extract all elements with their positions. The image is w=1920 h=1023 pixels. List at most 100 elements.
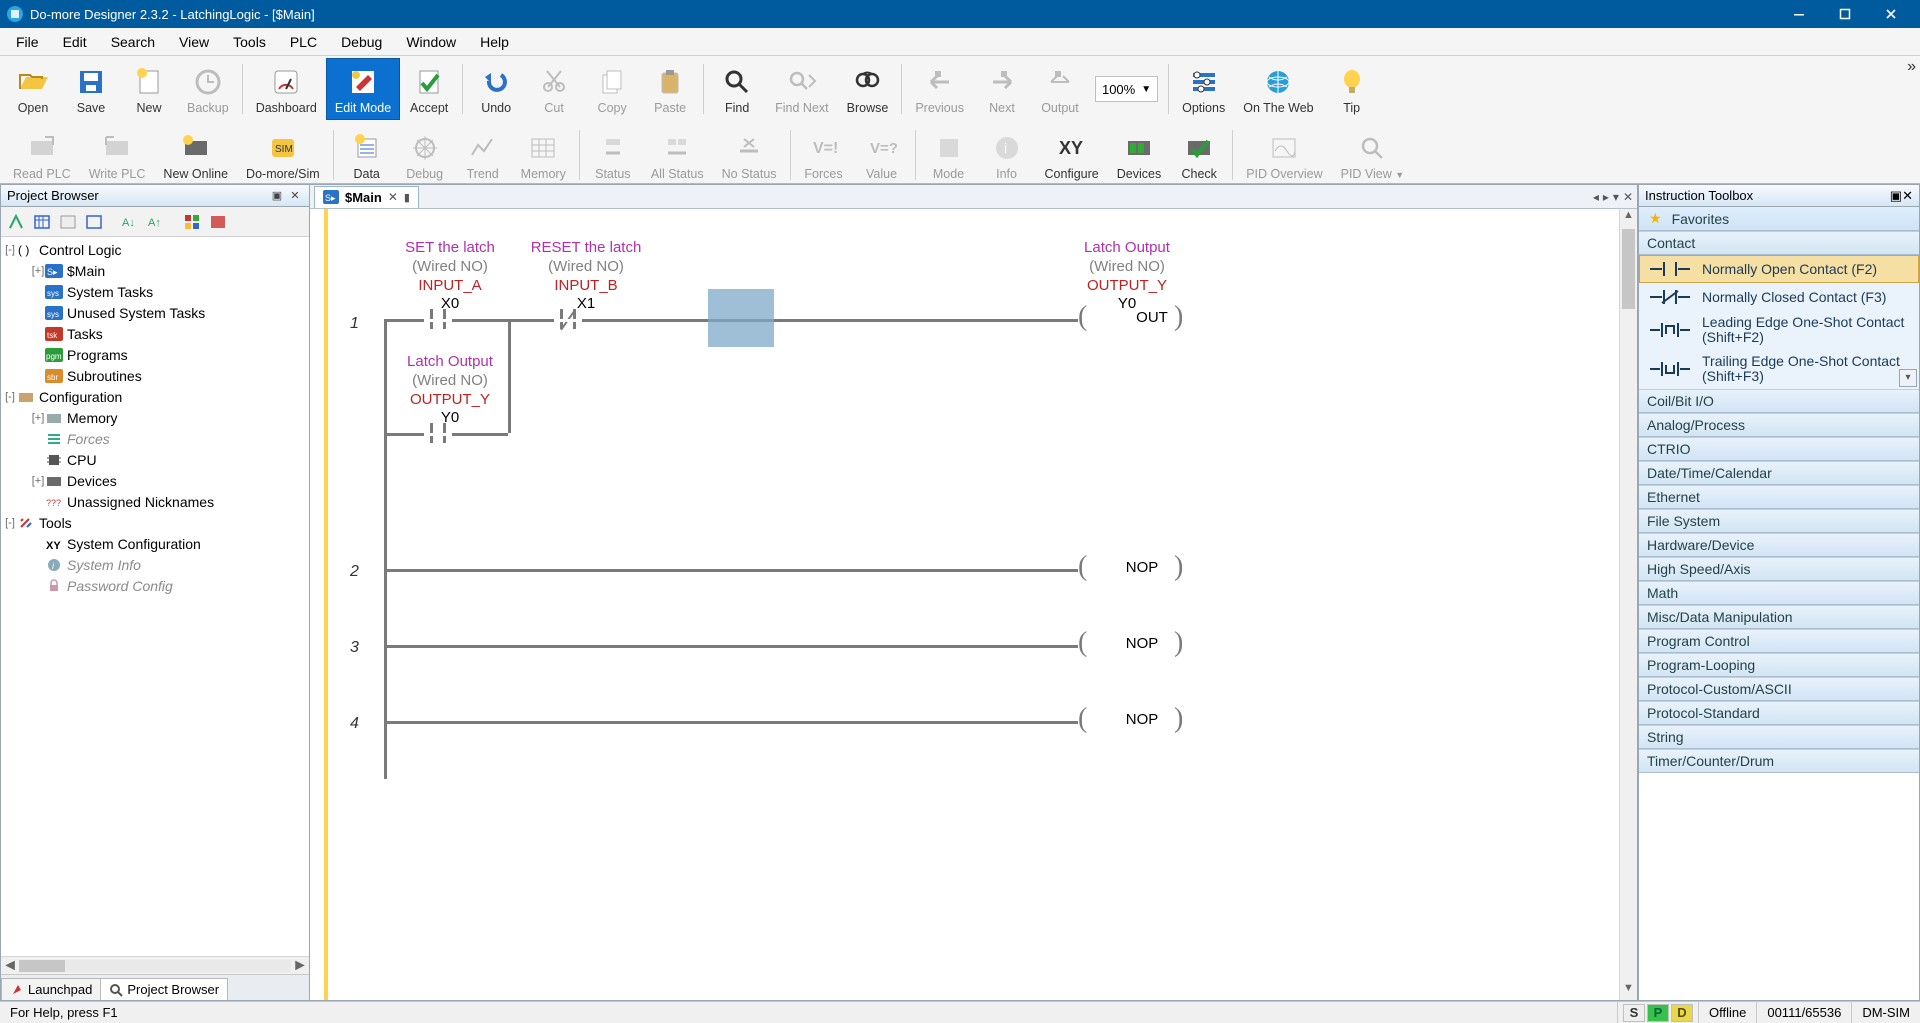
status-chip-d[interactable]: D [1671, 1004, 1693, 1022]
tree-node[interactable]: tskTasks [3, 323, 309, 344]
toolbox-pin-icon[interactable]: ▣ [1890, 188, 1902, 204]
ladder-canvas[interactable]: ▲▼ 1()SET the latch(Wired NO)INPUT_AX0RE… [328, 209, 1637, 1000]
menu-help[interactable]: Help [468, 30, 521, 54]
tool-check[interactable]: Check [1170, 124, 1228, 186]
tree-expander[interactable]: [+] [31, 265, 45, 277]
toolbar-overflow-icon[interactable]: » [1907, 58, 1916, 76]
pb-tool-2[interactable] [31, 211, 53, 233]
toolbox-item[interactable]: Leading Edge One-Shot Contact (Shift+F2) [1639, 311, 1919, 350]
tab-nav-next-icon[interactable]: ▸ [1603, 190, 1609, 204]
tree-node[interactable]: [-]Tools [3, 512, 309, 533]
tool-open[interactable]: Open [4, 58, 62, 120]
toolbox-category[interactable]: Math [1639, 581, 1919, 605]
toolbox-category-contact[interactable]: Contact [1639, 231, 1919, 255]
menu-window[interactable]: Window [394, 30, 468, 54]
toolbox-scroll-icon[interactable]: ▾ [1899, 369, 1917, 387]
menu-edit[interactable]: Edit [51, 30, 99, 54]
tab-list-icon[interactable]: ▾ [1613, 190, 1619, 204]
tool-configure[interactable]: XYConfigure [1036, 124, 1108, 186]
project-tree[interactable]: [-]( )Control Logic [+]S▸$MainsysSystem … [1, 237, 309, 956]
minimize-button[interactable] [1776, 0, 1822, 28]
tool-find[interactable]: Find [708, 58, 766, 120]
tree-node[interactable]: pgmPrograms [3, 344, 309, 365]
pb-tool-table[interactable] [207, 211, 229, 233]
menu-debug[interactable]: Debug [329, 30, 394, 54]
toolbox-category[interactable]: Ethernet [1639, 485, 1919, 509]
tree-node[interactable]: iSystem Info [3, 554, 309, 575]
close-button[interactable] [1868, 0, 1914, 28]
tool-accept[interactable]: Accept [400, 58, 458, 120]
tree-expander[interactable]: [-] [3, 391, 17, 403]
tool-undo[interactable]: Undo [467, 58, 525, 120]
toolbox-item[interactable]: Normally Open Contact (F2) [1639, 255, 1919, 283]
tool-devices[interactable]: Devices [1108, 124, 1170, 186]
toolbox-close-icon[interactable]: ✕ [1902, 188, 1913, 204]
toolbox-category[interactable]: CTRIO [1639, 437, 1919, 461]
tree-expander[interactable]: [+] [31, 412, 45, 424]
tool-edit-mode[interactable]: Edit Mode [326, 58, 400, 120]
tree-node[interactable]: sysSystem Tasks [3, 281, 309, 302]
tree-node[interactable]: sbrSubroutines [3, 365, 309, 386]
tool-options[interactable]: Options [1173, 58, 1234, 120]
pb-sort-asc[interactable]: A↓ [119, 211, 141, 233]
pb-tool-grid[interactable] [181, 211, 203, 233]
toolbox-category[interactable]: Protocol-Custom/ASCII [1639, 677, 1919, 701]
tree-node[interactable]: Password Config [3, 575, 309, 596]
toolbox-category[interactable]: Misc/Data Manipulation [1639, 605, 1919, 629]
menu-file[interactable]: File [4, 30, 51, 54]
pb-tab-project-browser[interactable]: Project Browser [100, 978, 228, 1000]
toolbox-category[interactable]: Protocol-Standard [1639, 701, 1919, 725]
toolbox-category[interactable]: File System [1639, 509, 1919, 533]
toolbox-category[interactable]: Analog/Process [1639, 413, 1919, 437]
menu-view[interactable]: View [167, 30, 221, 54]
maximize-button[interactable] [1822, 0, 1868, 28]
tool-tip[interactable]: Tip [1323, 58, 1381, 120]
toolbox-category[interactable]: Program-Looping [1639, 653, 1919, 677]
tree-node[interactable]: [+]Memory [3, 407, 309, 428]
toolbox-category[interactable]: Coil/Bit I/O [1639, 389, 1919, 413]
toolbox-category[interactable]: Program Control [1639, 629, 1919, 653]
menu-search[interactable]: Search [99, 30, 167, 54]
tree-node[interactable]: CPU [3, 449, 309, 470]
tab-pin-icon[interactable]: ▮ [404, 191, 410, 204]
pin-icon[interactable]: ▣ [269, 188, 285, 204]
toolbox-category[interactable]: String [1639, 725, 1919, 749]
tool-do-more-sim[interactable]: SIMDo-more/Sim [237, 124, 329, 186]
tool-browse[interactable]: Browse [838, 58, 898, 120]
tool-new[interactable]: New [120, 58, 178, 120]
project-hscroll[interactable]: ◄► [1, 956, 309, 974]
tool-on-the-web[interactable]: On The Web [1234, 58, 1322, 120]
toolbox-item[interactable]: Normally Closed Contact (F3) [1639, 283, 1919, 311]
menu-plc[interactable]: PLC [278, 30, 329, 54]
pb-sort-desc[interactable]: A↑ [145, 211, 167, 233]
tool-new-online[interactable]: New Online [154, 124, 237, 186]
tree-expander[interactable]: [+] [31, 475, 45, 487]
tab-close-all-icon[interactable]: ✕ [1623, 190, 1633, 204]
tree-node[interactable]: ???Unassigned Nicknames [3, 491, 309, 512]
editor-tab-main[interactable]: S▸ $Main ✕ ▮ [314, 186, 419, 208]
tree-node[interactable]: Forces [3, 428, 309, 449]
tree-node[interactable]: [-]Configuration [3, 386, 309, 407]
pb-tool-4[interactable] [83, 211, 105, 233]
pb-tab-launchpad[interactable]: Launchpad [1, 978, 101, 1000]
close-pane-icon[interactable]: ✕ [287, 188, 303, 204]
toolbox-category[interactable]: High Speed/Axis [1639, 557, 1919, 581]
status-chip-p[interactable]: P [1647, 1004, 1669, 1022]
toolbox-category[interactable]: Date/Time/Calendar [1639, 461, 1919, 485]
tree-node[interactable]: [+]Devices [3, 470, 309, 491]
toolbox-category[interactable]: Hardware/Device [1639, 533, 1919, 557]
tab-nav-prev-icon[interactable]: ◂ [1593, 190, 1599, 204]
tree-expander[interactable]: [-] [3, 517, 17, 529]
toolbox-category[interactable]: Timer/Counter/Drum [1639, 749, 1919, 773]
menu-tools[interactable]: Tools [221, 30, 278, 54]
status-chip-s[interactable]: S [1623, 1004, 1645, 1022]
editor-vscroll[interactable]: ▲▼ [1619, 209, 1637, 1000]
tree-node[interactable]: XYSystem Configuration [3, 533, 309, 554]
zoom-select[interactable]: 100%▼ [1095, 76, 1158, 102]
tree-node[interactable]: [-]( )Control Logic [3, 239, 309, 260]
tree-node[interactable]: sysUnused System Tasks [3, 302, 309, 323]
pb-tool-1[interactable] [5, 211, 27, 233]
tree-node[interactable]: [+]S▸$Main [3, 260, 309, 281]
toolbox-item[interactable]: Trailing Edge One-Shot Contact (Shift+F3… [1639, 350, 1919, 389]
tab-close-icon[interactable]: ✕ [388, 190, 398, 204]
